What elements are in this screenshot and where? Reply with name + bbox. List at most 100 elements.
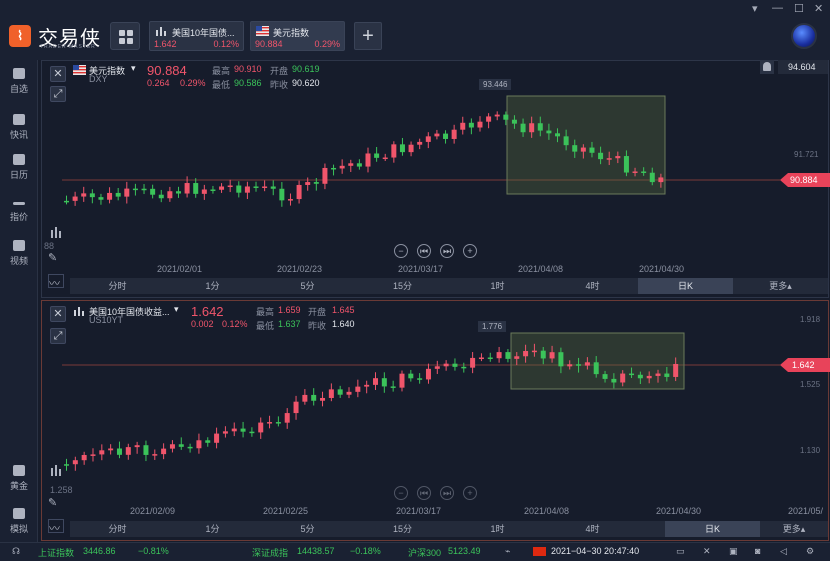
monitor-icon[interactable]: ▭: [676, 546, 685, 557]
candle-body: [355, 386, 361, 392]
candle-body: [417, 141, 423, 145]
candle-body: [231, 428, 237, 432]
zoom-out-button[interactable]: −: [394, 244, 408, 258]
indicator-icon[interactable]: [48, 464, 64, 478]
candle-body: [514, 356, 520, 359]
candle-body: [161, 448, 167, 455]
draw-pen-icon[interactable]: ✎: [48, 251, 64, 265]
sidebar-item-watchlist[interactable]: 自选: [0, 68, 38, 95]
tab-timeframe-daily[interactable]: 日K: [665, 521, 760, 537]
candle-body: [567, 364, 573, 367]
expand-icon[interactable]: ⤢: [50, 86, 66, 102]
candle-body: [503, 114, 509, 120]
tab-timeframe-1m[interactable]: 1分: [165, 521, 260, 537]
zoom-in-button[interactable]: +: [463, 244, 477, 258]
zoom-out-button[interactable]: −: [394, 486, 408, 500]
camera-icon[interactable]: ◙: [755, 546, 760, 556]
candle-body: [425, 368, 431, 380]
tab-timeframe-5m[interactable]: 5分: [260, 278, 355, 294]
candle-body: [296, 184, 302, 200]
tools-icon[interactable]: ✕: [703, 546, 711, 557]
scroll-right-button[interactable]: ⏭: [440, 486, 454, 500]
tab-timeframe-4h[interactable]: 4时: [545, 278, 640, 294]
max-price-label: 93.446: [479, 79, 512, 90]
sidebar-item-calendar[interactable]: 日历: [0, 154, 38, 181]
headset-icon[interactable]: ☊: [12, 546, 20, 557]
signal-icon[interactable]: ⌁: [505, 546, 510, 557]
zoom-in-button[interactable]: +: [463, 486, 477, 500]
window-icon[interactable]: ▣: [729, 546, 738, 557]
candle-body: [425, 136, 431, 142]
candle-body: [655, 373, 661, 376]
tab-timeframe-daily[interactable]: 日K: [638, 278, 733, 294]
axis-tick: 1.918: [800, 315, 821, 324]
symbol-dropdown-icon[interactable]: ▾: [131, 63, 136, 74]
play-icon: [13, 240, 25, 251]
scroll-left-button[interactable]: ⏮: [417, 244, 431, 258]
sz-index-pct: −0.18%: [350, 546, 381, 556]
layout-grid-button[interactable]: [110, 22, 140, 50]
tab-timeframe-4h[interactable]: 4时: [545, 521, 640, 537]
scroll-left-button[interactable]: ⏮: [417, 486, 431, 500]
candle-body: [390, 386, 396, 388]
tab-us10y[interactable]: 美国10年国债... 1.642 0.12%: [149, 21, 244, 51]
us-flag-icon: [73, 65, 86, 75]
dropdown-icon[interactable]: ▾: [752, 2, 758, 15]
tab-timeframe-1h[interactable]: 1时: [450, 278, 545, 294]
gold-icon: [13, 465, 25, 476]
x-axis-date: 2021/02/25: [263, 506, 309, 516]
tab-timeframe-more[interactable]: 更多▴: [733, 278, 828, 294]
candle-body: [487, 357, 493, 360]
sidebar-item-news[interactable]: 快讯: [0, 114, 38, 141]
hs300-name[interactable]: 沪深300: [408, 546, 441, 559]
minimize-icon[interactable]: —: [772, 2, 783, 14]
sz-index-name[interactable]: 深证成指: [252, 546, 288, 559]
x-axis-date: 2021/03/17: [398, 264, 444, 274]
sidebar-item-demo[interactable]: 模拟: [0, 508, 38, 535]
tab-timeframe-more[interactable]: 更多▴: [760, 521, 828, 537]
candle-body: [452, 363, 458, 367]
close-panel-button[interactable]: ✕: [50, 66, 66, 82]
close-panel-button[interactable]: ✕: [50, 306, 66, 322]
scroll-right-button[interactable]: ⏭: [440, 244, 454, 258]
line-chart-icon[interactable]: 〰: [48, 274, 64, 290]
tab-timeframe-tick[interactable]: 分时: [70, 521, 165, 537]
candle-body: [531, 350, 537, 353]
globe-icon[interactable]: [791, 23, 817, 49]
line-chart-icon[interactable]: 〰: [48, 519, 64, 535]
tab-timeframe-1m[interactable]: 1分: [165, 278, 260, 294]
sidebar-item-quotes[interactable]: 指价: [0, 196, 38, 223]
sidebar-item-video[interactable]: 视频: [0, 240, 38, 267]
axis-tick: 1.130: [800, 446, 821, 455]
settings-gear-icon[interactable]: ⚙: [806, 546, 814, 557]
tab-dxy[interactable]: 美元指数 90.884 0.29%: [250, 21, 345, 51]
sidebar-item-gold[interactable]: 黄金: [0, 465, 38, 492]
tab-timeframe-tick[interactable]: 分时: [70, 278, 165, 294]
indicator-icon[interactable]: [48, 226, 64, 240]
tab-timeframe-15m[interactable]: 15分: [355, 521, 450, 537]
maximize-icon[interactable]: ☐: [794, 2, 804, 15]
candle-body: [167, 191, 173, 199]
sh-index-pct: −0.81%: [138, 546, 169, 556]
candle-body: [399, 373, 405, 388]
close-icon[interactable]: ✕: [814, 2, 823, 15]
tab-timeframe-5m[interactable]: 5分: [260, 521, 355, 537]
tab-timeframe-15m[interactable]: 15分: [355, 278, 450, 294]
low-value: 1.637: [278, 319, 301, 329]
candle-body: [240, 428, 246, 432]
candle-body: [331, 167, 337, 170]
symbol-dropdown-icon[interactable]: ▾: [174, 304, 179, 315]
candle-body: [496, 352, 502, 359]
bell-icon[interactable]: [760, 60, 774, 74]
candle-body: [589, 147, 595, 153]
add-tab-button[interactable]: +: [354, 22, 382, 50]
expand-icon[interactable]: ⤢: [50, 328, 66, 344]
sh-index-name[interactable]: 上证指数: [38, 546, 74, 559]
candle-body: [267, 422, 273, 424]
max-price-label: 1.776: [478, 321, 507, 332]
price-change: 0.264: [147, 78, 170, 88]
sound-icon[interactable]: ◁: [780, 546, 787, 557]
trend-icon: [13, 202, 25, 205]
tab-timeframe-1h[interactable]: 1时: [450, 521, 545, 537]
draw-pen-icon[interactable]: ✎: [48, 496, 64, 510]
